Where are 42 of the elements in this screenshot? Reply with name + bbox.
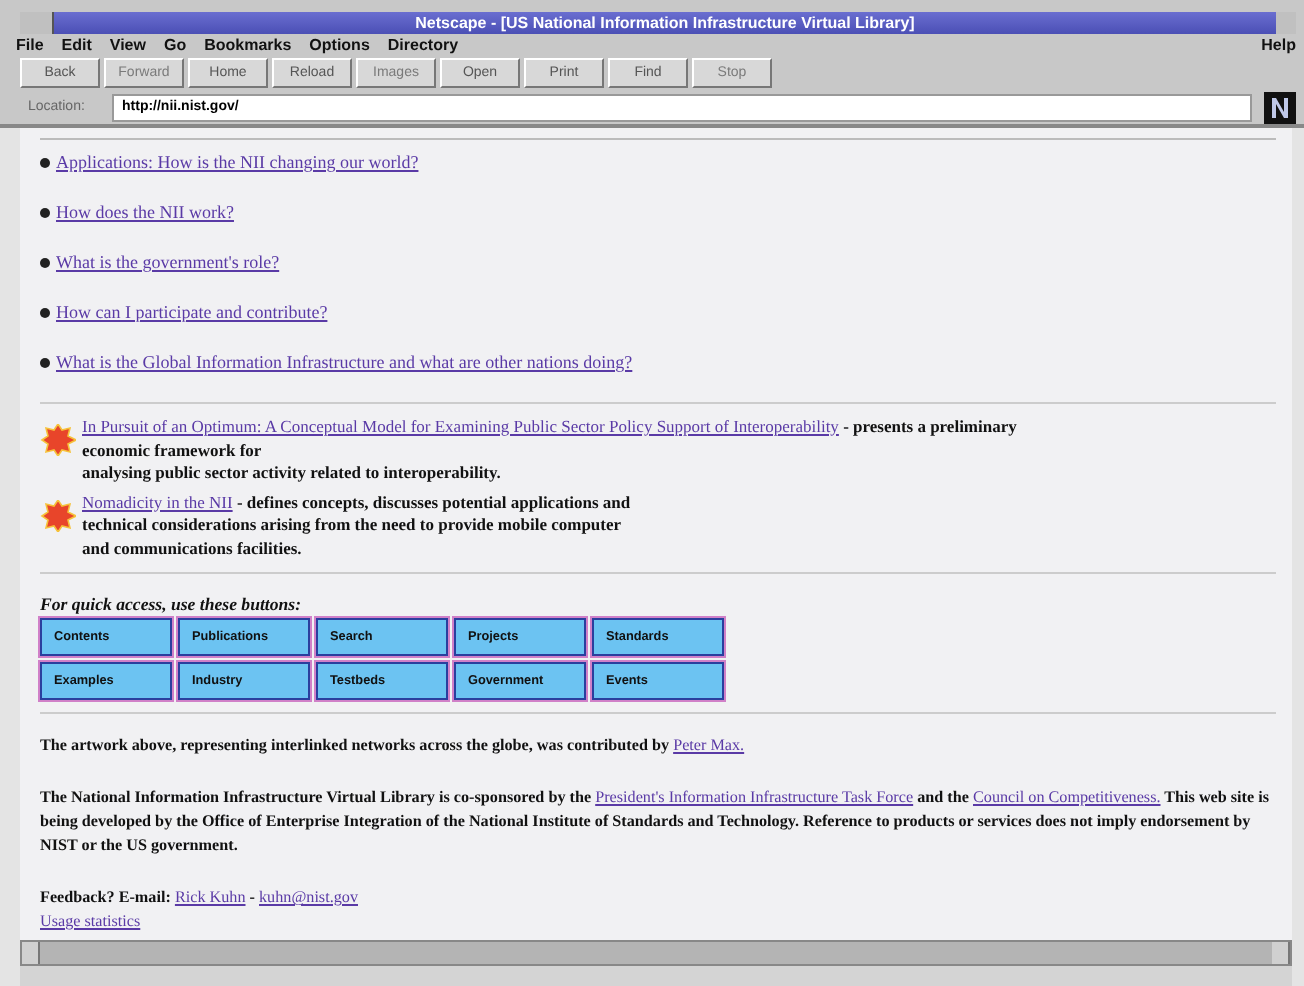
- bullet-icon: [40, 257, 50, 267]
- feature-description: technical considerations arising from the need to provide mobile computer: [82, 514, 622, 537]
- topic-link[interactable]: Applications: How is the NII changing our world?: [56, 152, 419, 172]
- menu-item[interactable]: File: [16, 36, 44, 54]
- paragraph-text: Feedback? E-mail: Rick Kuhn - kuhn@nist.gov: [40, 886, 360, 910]
- window-title: Netscape - [US National Information Infrastructure Virtual Library]: [413, 14, 917, 32]
- feature-description: - defines concepts, discusses potential applications and: [236, 491, 631, 511]
- menu-item[interactable]: Help: [1261, 36, 1296, 54]
- system-menu-icon[interactable]: [20, 12, 54, 34]
- horizontal-scrollbar[interactable]: [20, 940, 1292, 966]
- paragraph-text: The artwork above, representing interlinked networks across the globe, was contributed by Peter Max.: [40, 734, 747, 758]
- bullet-icon: [40, 207, 50, 217]
- feature-description: economic framework for: [82, 439, 262, 462]
- menu-item[interactable]: Go: [163, 36, 187, 54]
- text-link[interactable]: President's Information Infrastructure Task Force: [595, 788, 914, 806]
- text-link[interactable]: Peter Max.: [673, 736, 745, 754]
- topic-link[interactable]: What is the government's role?: [56, 252, 280, 272]
- topic-link[interactable]: How can I participate and contribute?: [56, 302, 328, 322]
- text-link[interactable]: Council on Competitiveness.: [973, 788, 1161, 806]
- bullet-icon: [40, 307, 50, 317]
- text-link[interactable]: Usage statistics: [40, 912, 141, 930]
- browser-logo: [1264, 91, 1296, 123]
- menu-item[interactable]: Directory: [387, 36, 459, 54]
- menu-item[interactable]: View: [109, 36, 146, 54]
- text-link[interactable]: Rick Kuhn: [174, 888, 246, 906]
- bullet-icon: [40, 357, 50, 367]
- feature-description: and communications facilities.: [82, 537, 302, 560]
- bullet-icon: [40, 157, 50, 167]
- feature-description: - presents a preliminary: [843, 416, 1017, 436]
- feature-description: analysing public sector activity related to interoperability.: [82, 462, 501, 485]
- new-badge-icon: [40, 424, 76, 456]
- new-badge-icon: [40, 499, 76, 531]
- menu-item[interactable]: Edit: [61, 36, 92, 54]
- text-link[interactable]: kuhn@nist.gov: [259, 888, 358, 906]
- quick-access-label: For quick access, use these buttons:: [40, 594, 301, 614]
- topic-link[interactable]: What is the Global Information Infrastructure and what are other nations doing?: [56, 352, 633, 372]
- menu-item[interactable]: Bookmarks: [204, 36, 292, 54]
- menu-item[interactable]: Options: [309, 36, 370, 54]
- paragraph-text: The National Information Infrastructure Virtual Library is co-sponsored by the President's Information Infrastructure Task Force and the Council on Competitiveness. This web site is being developed by the Office of Enterprise Integration of the National Institute of Standards and Technology. Reference to products or services does not imply endorsement by NIST or the US government.: [40, 786, 1272, 858]
- topic-link[interactable]: How does the NII work?: [56, 202, 234, 222]
- feature-link[interactable]: In Pursuit of an Optimum: A Conceptual Model for Examining Public Sector Policy Support of Interoperability: [82, 416, 839, 436]
- feature-link[interactable]: Nomadicity in the NII: [82, 491, 233, 511]
